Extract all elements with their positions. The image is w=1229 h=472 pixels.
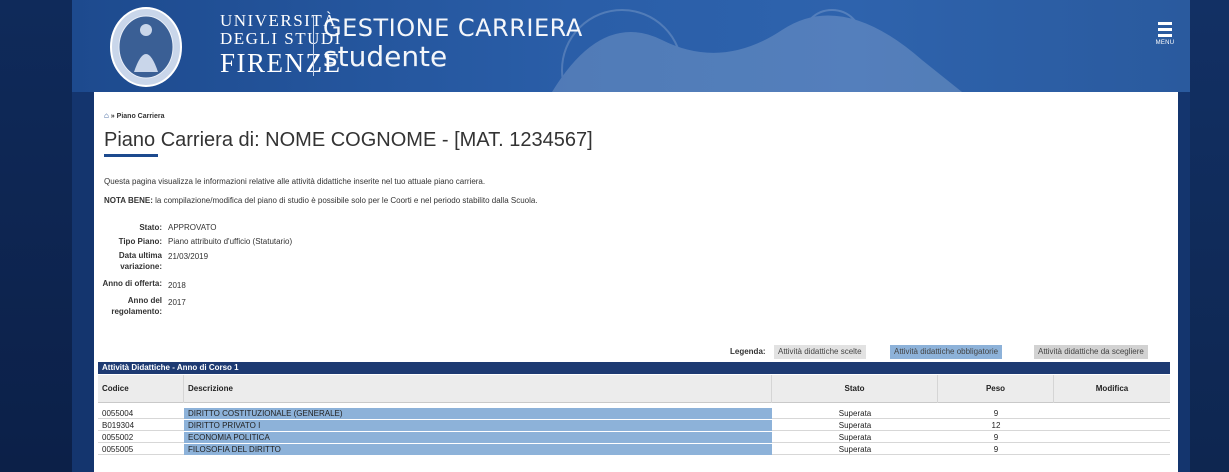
main-content: ⌂ » Piano Carriera Piano Carriera di: NO… <box>94 92 1178 472</box>
col-description: Descrizione <box>184 375 772 403</box>
row-description: ECONOMIA POLITICA <box>184 432 772 443</box>
row-weight: 12 <box>991 421 1001 430</box>
legend-to-choose: Attività didattiche da scegliere <box>1034 345 1148 359</box>
row-code: 0055004 <box>102 409 134 418</box>
col-code: Codice <box>98 375 184 403</box>
page-description: Questa pagina visualizza le informazioni… <box>104 177 486 186</box>
page-title: Piano Carriera di: NOME COGNOME - [MAT. … <box>104 129 593 151</box>
page-background-left <box>0 0 72 472</box>
breadcrumb-current: Piano Carriera <box>116 113 165 120</box>
plan-type-value: Piano attribuito d'ufficio (Statutario) <box>168 237 293 246</box>
table-header: Codice Descrizione Stato Peso Modifica <box>98 375 1170 403</box>
legend-label: Legenda: <box>730 347 766 356</box>
col-status: Stato <box>772 375 938 403</box>
row-code: 0055005 <box>102 445 134 454</box>
row-description: DIRITTO PRIVATO I <box>184 420 772 431</box>
legend-chosen: Attività didattiche scelte <box>774 345 866 359</box>
last-change-label-2: variazione: <box>120 262 162 271</box>
row-code: B019304 <box>102 421 135 430</box>
table-row[interactable]: B019304 DIRITTO PRIVATO I Superata 12 <box>98 420 1170 431</box>
header-divider <box>313 16 314 76</box>
row-status: Superata <box>838 433 872 442</box>
regulation-year-label-2: regolamento: <box>111 307 162 316</box>
col-edit: Modifica <box>1095 384 1129 393</box>
section-header: Attività Didattiche - Anno di Corso 1 <box>98 362 1170 374</box>
plan-type-label: Tipo Piano: <box>118 237 162 246</box>
offer-year-value: 2018 <box>168 281 186 290</box>
row-status: Superata <box>838 445 872 454</box>
last-change-label-1: Data ultima <box>118 251 162 260</box>
row-description: DIRITTO COSTITUZIONALE (GENERALE) <box>184 408 772 419</box>
breadcrumb-separator: » <box>110 113 115 120</box>
status-label: Stato: <box>139 223 162 232</box>
legend-mandatory: Attività didattiche obbligatorie <box>890 345 1003 359</box>
page-background-right <box>1190 0 1229 472</box>
regulation-year-value: 2017 <box>168 298 186 307</box>
menu-button[interactable]: MENU <box>1154 22 1176 56</box>
last-change-value: 21/03/2019 <box>168 252 209 261</box>
row-status: Superata <box>838 409 872 418</box>
offer-year-label: Anno di offerta: <box>102 279 162 288</box>
app-title-line-1: GESTIONE CARRIERA <box>323 14 583 42</box>
row-weight: 9 <box>993 409 999 418</box>
note-label: NOTA BENE: <box>104 196 153 205</box>
app-header: UNIVERSITÀ DEGLI STUDI FIRENZE GESTIONE … <box>72 0 1190 92</box>
app-title: GESTIONE CARRIERA studente <box>323 15 583 73</box>
table-row[interactable]: 0055005 FILOSOFIA DEL DIRITTO Superata 9 <box>98 444 1170 455</box>
breadcrumb: ⌂ » Piano Carriera <box>104 111 165 120</box>
plan-info: Stato: APPROVATO Tipo Piano: Piano attri… <box>84 219 484 329</box>
page-note: NOTA BENE: la compilazione/modifica del … <box>104 196 538 205</box>
hamburger-icon <box>1154 22 1176 37</box>
row-weight: 9 <box>993 433 999 442</box>
legend: Legenda: Attività didattiche scelte Atti… <box>94 345 1178 359</box>
table-row[interactable]: 0055002 ECONOMIA POLITICA Superata 9 <box>98 432 1170 443</box>
regulation-year-label-1: Anno del <box>127 296 162 305</box>
row-weight: 9 <box>993 445 999 454</box>
university-seal-icon <box>110 7 182 87</box>
row-description: FILOSOFIA DEL DIRITTO <box>184 444 772 455</box>
col-weight: Peso <box>938 375 1054 403</box>
table-row[interactable]: 0055004 DIRITTO COSTITUZIONALE (GENERALE… <box>98 408 1170 419</box>
row-code: 0055002 <box>102 433 134 442</box>
home-icon[interactable]: ⌂ <box>104 111 109 120</box>
status-value: APPROVATO <box>168 223 217 232</box>
menu-label: MENU <box>1155 40 1175 46</box>
note-text: la compilazione/modifica del piano di st… <box>152 196 538 205</box>
row-status: Superata <box>838 421 872 430</box>
title-underline <box>104 154 158 157</box>
app-title-line-2: studente <box>323 40 448 73</box>
